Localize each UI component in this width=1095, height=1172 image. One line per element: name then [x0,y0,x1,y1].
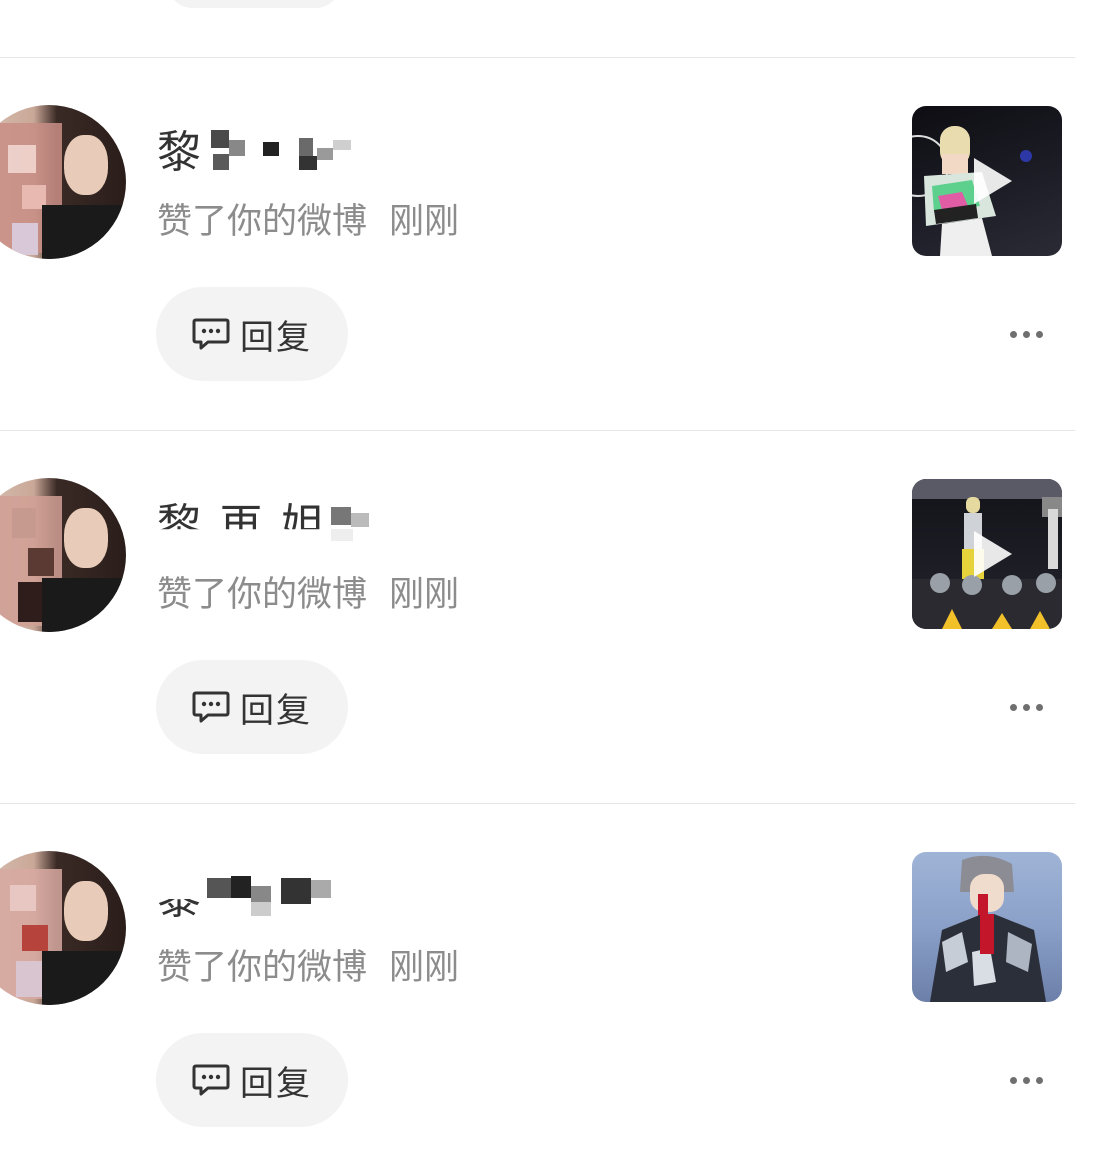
more-dots-icon [1009,330,1017,338]
timestamp: 刚刚 [389,202,460,242]
reply-button[interactable]: 回复 [156,1033,348,1127]
more-options-button[interactable] [1000,1062,1052,1098]
more-options-button[interactable] [1000,689,1052,725]
masked-name [330,499,391,553]
username[interactable]: 黎 [157,872,347,926]
notification-text: 赞了你的微博 刚刚 [157,199,459,245]
notification-item[interactable]: 黎 赞了你的微博 刚刚 回复 [0,58,1095,430]
username-text: 黎 [157,127,203,178]
previous-reply-button[interactable] [168,0,340,8]
masked-name [211,126,361,180]
reply-label: 回复 [240,1063,312,1104]
avatar[interactable] [0,851,126,1005]
timestamp: 刚刚 [389,948,460,988]
username-text: 黎 [157,873,203,924]
username[interactable]: 黎 [157,126,361,180]
notification-list: 黎 赞了你的微博 刚刚 回复 黎 再 姐 赞了你的微博 刚刚 回复 黎 赞了你的… [0,0,1095,1172]
action-text: 赞了你的微博 [157,202,368,242]
notification-text: 赞了你的微博 刚刚 [157,572,459,618]
reply-label: 回复 [240,317,312,358]
username-text: 黎 再 姐 [157,500,327,551]
more-dots-icon [1009,703,1017,711]
reply-button[interactable]: 回复 [156,660,348,754]
avatar[interactable] [0,478,126,632]
play-icon [974,531,1012,577]
timestamp: 刚刚 [389,575,460,615]
avatar[interactable] [0,105,126,259]
comment-bubble-icon [192,318,230,350]
action-text: 赞了你的微博 [157,948,368,988]
username[interactable]: 黎 再 姐 [157,499,391,553]
comment-bubble-icon [192,691,230,723]
reply-label: 回复 [240,690,312,731]
action-text: 赞了你的微博 [157,575,368,615]
notification-item[interactable]: 黎 赞了你的微博 刚刚 回复 [0,804,1095,1172]
post-thumbnail[interactable] [912,852,1062,1002]
thumbnail-image [930,855,1046,1002]
notification-text: 赞了你的微博 刚刚 [157,945,459,991]
play-icon [974,158,1012,204]
post-thumbnail[interactable] [912,106,1062,256]
reply-button[interactable]: 回复 [156,287,348,381]
masked-name [207,872,347,926]
more-dots-icon [1009,1076,1017,1084]
more-options-button[interactable] [1000,316,1052,352]
comment-bubble-icon [192,1064,230,1096]
post-thumbnail[interactable] [912,479,1062,629]
notification-item[interactable]: 黎 再 姐 赞了你的微博 刚刚 回复 [0,431,1095,803]
